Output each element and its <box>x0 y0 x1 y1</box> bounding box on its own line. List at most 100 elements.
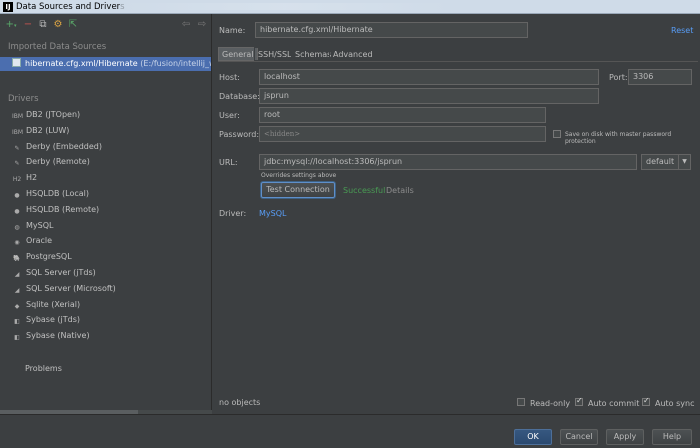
sqlserver-icon: ◢ <box>14 286 20 294</box>
database-field[interactable]: jsprun <box>259 88 599 104</box>
user-label: User: <box>219 111 240 120</box>
source-item-hibernate[interactable]: hibernate.cfg.xml/Hibernate (E:/fusion/i… <box>0 57 211 71</box>
url-label: URL: <box>219 158 238 167</box>
window-title: Data Sources and Drivers <box>16 2 125 12</box>
driver-item[interactable]: ◧ Sybase (Native) <box>12 329 90 343</box>
forward-arrow-icon[interactable]: ⇨ <box>196 19 208 31</box>
derby-icon: ✎ <box>14 144 20 152</box>
import-icon[interactable]: ⇱ <box>67 19 79 31</box>
driver-item[interactable]: ◆ Sqlite (Xerial) <box>12 298 80 312</box>
copy-icon[interactable]: ⧉ <box>37 19 49 31</box>
test-connection-button[interactable]: Test Connection <box>261 182 335 198</box>
source-name: hibernate.cfg.xml/Hibernate <box>25 59 138 68</box>
readonly-checkbox[interactable] <box>517 398 525 406</box>
password-label: Password: <box>219 130 260 139</box>
remove-icon[interactable]: − <box>22 19 34 31</box>
driver-item[interactable]: ● HSQLDB (Remote) <box>12 203 99 217</box>
ibm-icon: IBM <box>12 128 24 136</box>
add-icon[interactable]: +▾ <box>5 19 17 31</box>
tab-advanced[interactable]: Advanced <box>329 47 377 61</box>
chevron-down-icon: ▼ <box>678 155 690 169</box>
driver-label: HSQLDB (Local) <box>26 189 90 198</box>
sybase-icon: ◧ <box>14 334 20 342</box>
driver-item[interactable]: ✎ Derby (Embedded) <box>12 140 102 154</box>
autocommit-checkbox[interactable] <box>575 396 583 406</box>
driver-item[interactable]: ◢ SQL Server (jTds) <box>12 266 96 280</box>
driver-label: MySQL <box>26 220 54 230</box>
back-arrow-icon[interactable]: ⇦ <box>180 19 192 31</box>
ibm-icon: IBM <box>12 113 24 120</box>
save-password-checkbox[interactable] <box>553 130 561 138</box>
driver-item[interactable]: ◍ MySQL <box>12 219 53 233</box>
password-field[interactable]: <hidden> <box>259 126 546 142</box>
driver-label: H2 <box>26 173 38 183</box>
url-field[interactable]: jdbc:mysql://localhost:3306/jsprun <box>259 154 637 170</box>
driver-label: PostgreSQL <box>26 252 72 262</box>
driver-label: DB2 (LUW) <box>26 125 70 135</box>
settings-icon[interactable]: ⚙ <box>52 19 64 31</box>
source-path: (E:/fusion/intellij_work <box>140 59 211 68</box>
right-panel: Name: hibernate.cfg.xml/Hibernate Reset … <box>213 14 700 414</box>
problems-item[interactable]: Problems <box>25 364 62 373</box>
tab-divider <box>218 61 698 62</box>
derby-icon: ✎ <box>14 160 20 168</box>
left-panel: +▾ − ⧉ ⚙ ⇱ ⇦ ⇨ Imported Data Sources hib… <box>0 14 212 415</box>
reset-link[interactable]: Reset <box>671 26 693 35</box>
drivers-header: Drivers <box>8 94 39 104</box>
hsqldb-icon: ● <box>14 207 20 215</box>
hsqldb-icon: ● <box>14 192 20 199</box>
status-text: no objects <box>219 398 261 407</box>
port-label: Port: <box>609 73 628 82</box>
title-bar-background <box>120 3 450 10</box>
intellij-icon: IJ <box>3 2 13 12</box>
dialog-button-bar: OK Cancel Apply Help <box>0 414 700 448</box>
driver-item[interactable]: ◧ Sybase (jTds) <box>12 313 80 327</box>
autosync-checkbox[interactable] <box>642 396 650 406</box>
h2-icon: H2 <box>12 176 22 184</box>
apply-button[interactable]: Apply <box>606 429 644 445</box>
autocommit-label: Auto commit <box>588 399 640 408</box>
help-button[interactable]: Help <box>652 429 692 445</box>
driver-item[interactable]: ✎ Derby (Remote) <box>12 155 90 169</box>
title-bar: IJ Data Sources and Drivers <box>0 0 700 14</box>
driver-item[interactable]: H2 H2 <box>12 171 37 185</box>
driver-label: Derby (Embedded) <box>26 141 102 151</box>
driver-label: Derby (Remote) <box>26 157 90 167</box>
driver-label: Sqlite (Xerial) <box>26 299 81 309</box>
host-field[interactable]: localhost <box>259 69 599 85</box>
save-password-label: Save on disk with master password protec… <box>565 131 672 145</box>
database-label: Database: <box>219 92 260 101</box>
ok-button[interactable]: OK <box>514 429 552 445</box>
host-label: Host: <box>219 73 240 82</box>
driver-label: Sybase (Native) <box>26 331 90 341</box>
driver-item[interactable]: ◢ SQL Server (Microsoft) <box>12 282 116 296</box>
details-link[interactable]: Details <box>386 186 414 195</box>
driver-label: HSQLDB (Remote) <box>26 204 100 214</box>
url-mode-value: default <box>646 157 675 166</box>
driver-item[interactable]: 🐘 PostgreSQL <box>12 250 72 264</box>
sqlserver-icon: ◢ <box>14 271 20 278</box>
url-mode-dropdown[interactable]: default ▼ <box>641 154 691 170</box>
driver-item[interactable]: IBM DB2 (LUW) <box>12 124 69 138</box>
name-label: Name: <box>219 26 246 35</box>
driver-label: DB2 (JTOpen) <box>26 110 81 119</box>
overrides-note: Overrides settings above <box>261 172 337 179</box>
test-status: Successful <box>343 186 386 195</box>
driver-link[interactable]: MySQL <box>259 209 286 218</box>
driver-item[interactable]: ● HSQLDB (Local) <box>12 187 89 201</box>
sybase-icon: ◧ <box>14 318 20 326</box>
imported-sources-header: Imported Data Sources <box>8 42 107 52</box>
tab-ssh-ssl[interactable]: SSH/SSL <box>254 47 296 61</box>
tab-general[interactable]: General <box>218 47 258 61</box>
sqlite-icon: ◆ <box>14 302 20 310</box>
driver-label: SQL Server (jTds) <box>26 268 96 277</box>
mysql-icon: ◍ <box>14 223 20 231</box>
port-field[interactable]: 3306 <box>628 69 692 85</box>
driver-item[interactable]: IBM DB2 (JTOpen) <box>12 108 80 122</box>
datasource-icon <box>12 58 21 67</box>
postgresql-icon: 🐘 <box>13 255 21 263</box>
user-field[interactable]: root <box>259 107 546 123</box>
cancel-button[interactable]: Cancel <box>560 429 598 445</box>
driver-item[interactable]: ◉ Oracle <box>12 234 52 248</box>
name-field[interactable]: hibernate.cfg.xml/Hibernate <box>255 22 528 38</box>
